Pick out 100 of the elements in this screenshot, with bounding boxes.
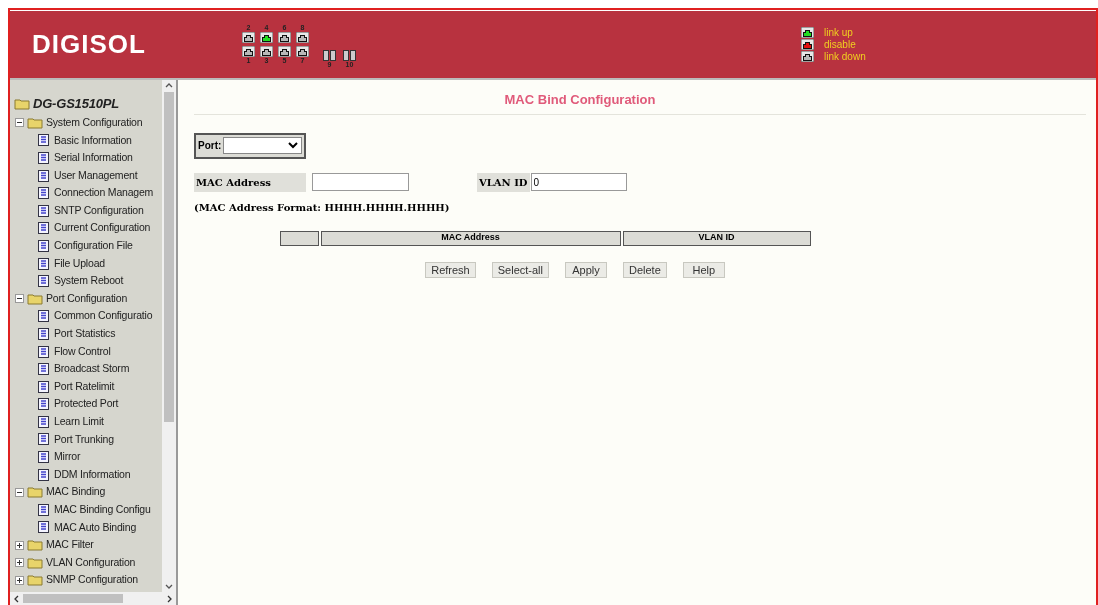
folder-icon xyxy=(14,98,30,110)
port-icon xyxy=(278,32,291,43)
vlan-id-field[interactable]: 0 xyxy=(530,173,627,191)
page-icon xyxy=(38,433,49,446)
table-header-cell: VLAN ID xyxy=(622,230,811,246)
page-icon xyxy=(38,257,49,270)
folder-icon xyxy=(27,292,43,305)
tree-folder[interactable]: MAC Filter xyxy=(46,537,94,553)
page-icon xyxy=(38,415,49,428)
horizontal-scrollbar[interactable] xyxy=(10,592,176,605)
tree-item[interactable]: MAC Binding Configu xyxy=(54,502,151,518)
scroll-up-icon[interactable] xyxy=(165,83,173,88)
tree-item[interactable]: Port Trunking xyxy=(54,431,114,448)
page-icon xyxy=(38,204,49,217)
folder-icon xyxy=(27,116,43,129)
port-icon xyxy=(801,51,814,62)
tree-item[interactable]: File Upload xyxy=(54,255,105,272)
page-title: MAC Bind Configuration xyxy=(504,91,656,109)
tree-item[interactable]: DDM Information xyxy=(54,466,131,483)
port-icon xyxy=(296,32,309,43)
legend-label: disable xyxy=(824,39,856,50)
folder-icon xyxy=(27,574,43,587)
action-button[interactable]: Delete xyxy=(623,261,667,278)
port-label: Port: xyxy=(198,139,222,153)
tree-item[interactable]: User Management xyxy=(54,167,138,184)
tree-item[interactable]: Learn Limit xyxy=(54,414,104,430)
tree-item[interactable]: Common Configuratio xyxy=(54,308,153,325)
collapse-icon[interactable] xyxy=(15,118,24,128)
tree-item[interactable]: Protected Port xyxy=(54,396,119,413)
tree-item[interactable]: Broadcast Storm xyxy=(54,361,130,377)
page-icon xyxy=(38,169,49,182)
page-icon xyxy=(38,327,49,340)
table-header-cell xyxy=(279,230,319,246)
folder-icon xyxy=(27,486,43,499)
port-icon xyxy=(260,32,273,43)
port-icon xyxy=(278,46,291,57)
tree-folder[interactable]: System Configuration xyxy=(46,114,143,131)
tree-folder[interactable]: MAC Binding xyxy=(46,484,106,501)
tree-item[interactable]: Basic Information xyxy=(54,132,132,149)
page-icon xyxy=(38,310,49,323)
tree-root[interactable]: DG-GS1510PL xyxy=(33,94,119,114)
port-icon xyxy=(296,46,309,57)
port-icon xyxy=(801,39,814,50)
tree-item[interactable]: Current Configuration xyxy=(54,220,151,237)
page-icon xyxy=(38,380,49,393)
legend-label: link down xyxy=(824,51,866,62)
tree-folder[interactable]: Port Configuration xyxy=(46,290,128,307)
tree-item[interactable]: Port Statistics xyxy=(54,326,116,342)
folder-icon xyxy=(27,539,43,552)
page-icon xyxy=(38,521,49,534)
page-icon xyxy=(38,398,49,411)
page-icon xyxy=(38,363,49,376)
port-icon xyxy=(801,27,814,38)
page-icon xyxy=(38,187,49,200)
collapse-icon[interactable] xyxy=(15,487,24,497)
tree-folder[interactable]: SNMP Configuration xyxy=(46,572,138,589)
expand-icon[interactable] xyxy=(15,558,24,568)
page-icon xyxy=(38,503,49,516)
scroll-down-icon[interactable] xyxy=(165,584,173,589)
tree-item[interactable]: MAC Auto Binding xyxy=(54,519,136,536)
page-icon xyxy=(38,451,49,464)
page-icon xyxy=(38,275,49,288)
tree-item[interactable]: System Reboot xyxy=(54,273,124,289)
action-button[interactable]: Refresh xyxy=(425,261,476,278)
tree-item[interactable]: Connection Managem xyxy=(54,185,154,202)
page-icon xyxy=(38,345,49,358)
vertical-scrollbar[interactable] xyxy=(162,80,176,592)
vlan-id-label: VLAN ID xyxy=(477,172,530,192)
legend-label: link up xyxy=(824,27,853,38)
action-button[interactable]: Apply xyxy=(565,261,607,278)
mac-address-field[interactable] xyxy=(312,173,409,191)
page-icon xyxy=(38,134,49,147)
tree-item[interactable]: Mirror xyxy=(54,449,81,465)
port-icon xyxy=(242,46,255,57)
sfp-port-icon xyxy=(323,50,336,61)
logo: DIGISOL xyxy=(32,28,147,61)
page-icon xyxy=(38,239,49,252)
tree-item[interactable]: Port Ratelimit xyxy=(54,378,115,395)
collapse-icon[interactable] xyxy=(15,294,24,304)
scroll-right-icon[interactable] xyxy=(167,594,172,603)
tree-item[interactable]: Flow Control xyxy=(54,343,111,360)
expand-icon[interactable] xyxy=(15,575,24,585)
tree-item[interactable]: Serial Information xyxy=(54,150,133,166)
action-button[interactable]: Select-all xyxy=(491,261,549,278)
tree-item[interactable]: SNTP Configuration xyxy=(54,202,144,219)
scroll-left-icon[interactable] xyxy=(14,594,19,603)
mac-address-label: MAC Address xyxy=(194,172,306,192)
port-select[interactable] xyxy=(223,137,302,154)
page-icon xyxy=(38,152,49,164)
expand-icon[interactable] xyxy=(15,540,24,550)
sfp-port-icon xyxy=(343,50,356,61)
page-icon xyxy=(38,468,49,481)
port-icon xyxy=(260,46,273,57)
action-button[interactable]: Help xyxy=(682,261,725,278)
tree-folder[interactable]: VLAN Configuration xyxy=(46,554,136,571)
format-note: (MAC Address Format: HHHH.HHHH.HHHH) xyxy=(194,200,451,215)
tree-item[interactable]: Configuration File xyxy=(54,238,133,254)
port-icon xyxy=(242,32,255,43)
page-icon xyxy=(38,222,49,235)
folder-icon xyxy=(27,556,43,569)
